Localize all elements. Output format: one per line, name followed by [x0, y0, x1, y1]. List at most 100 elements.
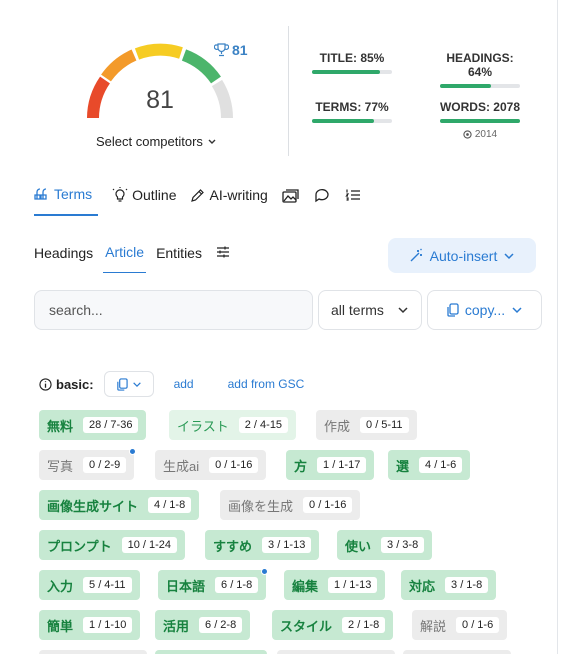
subtab-filters[interactable] [216, 245, 230, 273]
term-count: 0 / 2-9 [83, 457, 127, 473]
select-competitors-label: Select competitors [96, 134, 203, 149]
subtab-headings[interactable]: Headings [34, 245, 93, 273]
metric-terms: TERMS: 77% [307, 100, 397, 123]
chevron-down-icon [504, 252, 514, 259]
term-count: 0 / 1-16 [303, 497, 353, 513]
term-count: 3 / 3-8 [381, 537, 425, 553]
term-chip[interactable]: 活用 6 / 2-8 [155, 610, 251, 640]
metric-words-target: 2014 [435, 129, 525, 140]
term-name: 選 [396, 458, 410, 474]
term-name: 写真 [47, 458, 74, 474]
term-count: 4 / 1-8 [148, 497, 192, 513]
term-chip[interactable]: 生成ai 0 / 1-16 [155, 450, 267, 480]
subtab-article[interactable]: Article [103, 244, 147, 273]
metric-words-label: WORDS: 2078 [439, 100, 521, 114]
term-chip[interactable]: 対応 3 / 1-8 [401, 570, 497, 600]
terms-filter-select[interactable]: all terms [318, 290, 422, 330]
metric-words-target-value: 2014 [474, 129, 498, 140]
tab-list[interactable] [345, 188, 361, 214]
add-from-gsc-link[interactable]: add from GSC [228, 377, 305, 391]
basic-terms-header: basic: add add from GSC [39, 371, 304, 397]
term-name: 使い [345, 538, 372, 554]
term-name: 生成ai [163, 458, 200, 474]
basic-label: basic: [39, 377, 94, 392]
tab-terms-label: Terms [54, 186, 93, 202]
tab-terms[interactable]: Terms [34, 186, 99, 216]
term-chip-partial[interactable] [277, 650, 395, 654]
term-name: 作成 [324, 418, 351, 434]
term-chip[interactable]: 使い 3 / 3-8 [337, 530, 433, 560]
term-name: 編集 [292, 578, 319, 594]
tab-images[interactable] [282, 188, 300, 215]
term-name: 解説 [420, 618, 447, 634]
term-count: 1 / 1-17 [317, 457, 367, 473]
term-chip[interactable]: 作成 0 / 5-11 [316, 410, 417, 440]
competitor-score: 81 [214, 42, 248, 58]
term-chip-partial[interactable] [155, 650, 267, 654]
numbered-list-icon [345, 189, 360, 201]
target-icon [463, 130, 472, 139]
term-chip[interactable]: 入力 5 / 4-11 [39, 570, 140, 600]
term-chip[interactable]: 写真 0 / 2-9 [39, 448, 137, 480]
term-chip[interactable]: 日本語 6 / 1-8 [158, 568, 269, 600]
tab-outline[interactable]: Outline [112, 187, 176, 215]
term-chip-partial[interactable] [39, 650, 147, 654]
term-chip[interactable]: 画像を生成 0 / 1-16 [220, 490, 361, 520]
term-count: 0 / 1-16 [209, 457, 259, 473]
sub-tabs: Headings Article Entities [34, 244, 240, 273]
term-name: イラスト [177, 418, 229, 434]
term-chip[interactable]: すすめ 3 / 1-13 [205, 530, 320, 560]
term-name: 日本語 [166, 578, 206, 594]
new-indicator-dot [261, 568, 269, 575]
metric-terms-bar [312, 119, 392, 123]
progress-fill [312, 70, 380, 74]
chevron-down-icon [132, 381, 141, 387]
search-input[interactable] [34, 290, 313, 330]
term-chip[interactable]: 方 1 / 1-17 [286, 450, 375, 480]
chevron-down-icon [398, 307, 408, 314]
chevron-down-icon [512, 307, 522, 314]
subtab-entities[interactable]: Entities [156, 245, 202, 273]
sliders-icon [216, 246, 229, 257]
metric-title: TITLE: 85% [307, 51, 397, 74]
term-count: 6 / 1-8 [215, 577, 259, 593]
term-chip[interactable]: 画像生成サイト 4 / 1-8 [39, 490, 200, 520]
term-chip[interactable]: 編集 1 / 1-13 [284, 570, 386, 600]
copy-label: copy... [464, 302, 506, 318]
term-name: すすめ [213, 538, 253, 554]
metric-headings-label: HEADINGS: 64% [446, 51, 514, 79]
copy-button[interactable]: copy... [427, 290, 542, 330]
metric-words: WORDS: 2078 2014 [435, 100, 525, 140]
term-chip[interactable]: イラスト 2 / 4-15 [169, 410, 297, 440]
term-chip[interactable]: 無料 28 / 7-36 [39, 410, 147, 440]
metric-title-bar [312, 70, 392, 74]
term-chip[interactable]: プロンプト 10 / 1-24 [39, 530, 186, 560]
add-term-link[interactable]: add [174, 377, 194, 391]
term-chip-partial[interactable] [403, 650, 511, 654]
term-count: 28 / 7-36 [83, 417, 139, 433]
new-indicator-dot [129, 448, 137, 455]
copy-icon [116, 377, 128, 391]
metric-terms-label: TERMS: 77% [315, 100, 389, 114]
term-chip[interactable]: 選 4 / 1-6 [388, 450, 471, 480]
select-competitors-dropdown[interactable]: Select competitors [96, 134, 217, 149]
progress-fill [312, 119, 374, 123]
term-chip[interactable]: 解説 0 / 1-6 [412, 610, 508, 640]
panel-border [557, 0, 558, 654]
metric-headings-bar [440, 84, 520, 88]
tab-comments[interactable] [314, 188, 331, 215]
term-count: 6 / 2-8 [199, 617, 243, 633]
auto-insert-button[interactable]: Auto-insert [388, 238, 536, 273]
term-name: スタイル [280, 618, 333, 634]
term-chip[interactable]: スタイル 2 / 1-8 [272, 610, 394, 640]
term-name: 簡単 [47, 618, 74, 634]
term-count: 0 / 1-6 [456, 617, 500, 633]
content-score: 81 [146, 86, 174, 114]
tab-ai-writing[interactable]: AI-writing [190, 187, 268, 215]
term-count: 2 / 1-8 [342, 617, 386, 633]
term-chip[interactable]: 簡単 1 / 1-10 [39, 610, 141, 640]
basic-label-text: basic: [56, 376, 94, 392]
terms-icon [34, 188, 47, 200]
term-name: 方 [294, 458, 308, 474]
copy-basic-button[interactable] [103, 371, 154, 397]
